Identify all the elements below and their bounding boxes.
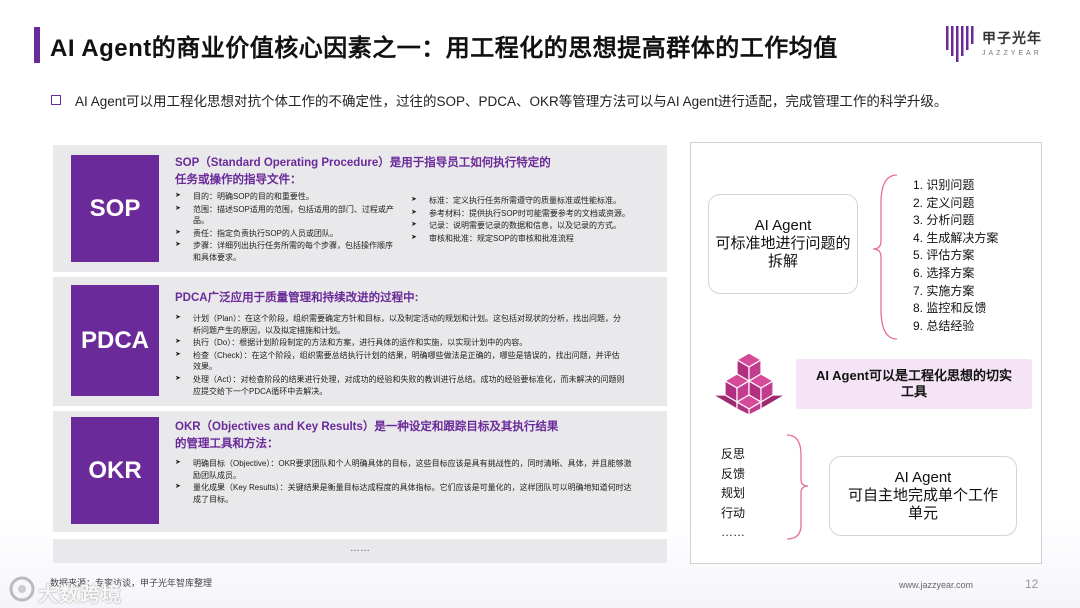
- sop-card: SOP SOP（Standard Operating Procedure）是用于…: [53, 145, 667, 272]
- logo-mark-icon: [946, 26, 974, 62]
- list-item: ……: [721, 525, 745, 539]
- list-item: 3. 分析问题: [913, 213, 975, 228]
- page-number: 12: [1025, 577, 1039, 591]
- subtitle-text: AI Agent可以用工程化思想对抗个体工作的不确定性，过往的SOP、PDCA、…: [75, 94, 948, 109]
- pdca-list: 计划（Plan）：在这个阶段，组织需要确定方针和目标，以及制定活动的规划和计划。…: [175, 313, 625, 398]
- watermark: 大数跨境: [8, 573, 148, 606]
- list-item: 1. 识别问题: [913, 178, 975, 192]
- methods-panel: SOP SOP（Standard Operating Procedure）是用于…: [53, 143, 667, 563]
- list-item: 记录：说明需要记录的数据和信息，以及记录的方式。: [411, 220, 649, 232]
- brand-logo: 甲子光年 JAZZYEAR: [944, 24, 1054, 68]
- square-bullet-icon: [51, 95, 61, 105]
- more-card: ……: [53, 539, 667, 563]
- agent-actions-list: 反思 反馈 规划 行动 ……: [721, 445, 745, 543]
- sop-left-list: 目的：明确SOP的目的和重要性。 范围：描述SOP适用的范围，包括适用的部门、过…: [175, 191, 395, 265]
- more-ellipsis: ……: [350, 543, 370, 554]
- list-item: 5. 评估方案: [913, 248, 975, 263]
- pdca-tag: PDCA: [71, 285, 159, 396]
- okr-tag: OKR: [71, 417, 159, 524]
- watermark-text: 大数跨境: [38, 584, 122, 606]
- subtitle-line: AI Agent可以用工程化思想对抗个体工作的不确定性，过往的SOP、PDCA、…: [51, 90, 947, 110]
- list-item: 执行（Do）：根据计划阶段制定的方法和方案，进行具体的运作和实施，以实现计划中的…: [175, 337, 625, 349]
- list-item: 7. 实施方案: [913, 283, 975, 298]
- highlight-text: AI Agent可以是工程化思想的切实 工具: [816, 367, 1012, 399]
- okr-heading: OKR（Objectives and Key Results）是一种设定和跟踪目…: [175, 421, 559, 451]
- list-item: 参考材料：提供执行SOP时可能需要参考的文档或资源。: [411, 208, 649, 220]
- logo-name: 甲子光年: [982, 31, 1042, 47]
- list-item: 明确目标（Objective）：OKR要求团队和个人明确具体的目标，这些目标应该…: [175, 458, 635, 481]
- list-item: 处理（Act）：对检查阶段的结果进行处理，对成功的经验和失败的教训进行总结。成功…: [175, 374, 625, 397]
- page-title: AI Agent的商业价值核心因素之一：用工程化的思想提高群体的工作均值: [50, 35, 838, 62]
- pdca-heading: PDCA广泛应用于质量管理和持续改进的过程中:: [175, 292, 419, 304]
- list-item: 反馈: [721, 466, 746, 481]
- list-item: 规划: [721, 486, 746, 500]
- list-item: 步骤：详细列出执行任务所需的每个步骤，包括操作顺序和具体要求。: [175, 240, 395, 263]
- sop-heading: SOP（Standard Operating Procedure）是用于指导员工…: [175, 157, 551, 187]
- agent-autonomous-text: AI Agent 可自主地完成单个工作 单元: [847, 468, 998, 523]
- watermark-logo-icon: [9, 576, 35, 602]
- list-item: 8. 监控和反馈: [913, 301, 987, 316]
- highlight-box: AI Agent可以是工程化思想的切实 工具: [796, 359, 1032, 409]
- sop-right-list: 标准：定义执行任务所需遵守的质量标准或性能标准。 参考材料：提供执行SOP时可能…: [411, 195, 649, 245]
- agent-autonomous-box: AI Agent 可自主地完成单个工作 单元: [829, 456, 1017, 536]
- pdca-card: PDCA PDCA广泛应用于质量管理和持续改进的过程中: 计划（Plan）：在这…: [53, 277, 667, 406]
- okr-list: 明确目标（Objective）：OKR要求团队和个人明确具体的目标，这些目标应该…: [175, 458, 635, 506]
- okr-card: OKR OKR（Objectives and Key Results）是一种设定…: [53, 411, 667, 532]
- list-item: 责任：指定负责执行SOP的人员或团队。: [175, 228, 395, 240]
- cube-stack-icon: [713, 352, 785, 416]
- problem-steps-list: 1. 识别问题 2. 定义问题 3. 分析问题 4. 生成解决方案 5. 评估方…: [913, 177, 998, 335]
- list-item: 2. 定义问题: [913, 195, 975, 210]
- list-item: 计划（Plan）：在这个阶段，组织需要确定方针和目标，以及制定活动的规划和计划。…: [175, 313, 625, 336]
- list-item: 审核和批准：规定SOP的审核和批准流程: [411, 233, 649, 245]
- list-item: 4. 生成解决方案: [913, 230, 999, 245]
- list-item: 6. 选择方案: [913, 265, 975, 280]
- ai-agent-panel: AI Agent 可标准地进行问题的 拆解 1. 识别问题 2. 定义问题 3.…: [690, 142, 1042, 564]
- list-item: 量化成果（Key Results）：关键结果是衡量目标达成程度的具体指标。它们应…: [175, 482, 635, 505]
- title-accent-bar: [34, 27, 40, 63]
- list-item: 检查（Check）：在这个阶段，组织需要总结执行计划的结果，明确哪些做法是正确的…: [175, 350, 625, 373]
- logo-subtitle: JAZZYEAR: [982, 50, 1042, 57]
- list-item: 9. 总结经验: [913, 318, 975, 333]
- list-item: 范围：描述SOP适用的范围，包括适用的部门、过程或产品。: [175, 204, 395, 227]
- sop-tag: SOP: [71, 155, 159, 262]
- footer-url[interactable]: www.jazzyear.com: [899, 580, 973, 590]
- list-item: 目的：明确SOP的目的和重要性。: [175, 191, 395, 203]
- list-item: 反思: [721, 447, 746, 461]
- list-item: 行动: [721, 505, 746, 520]
- list-item: 标准：定义执行任务所需遵守的质量标准或性能标准。: [411, 195, 649, 207]
